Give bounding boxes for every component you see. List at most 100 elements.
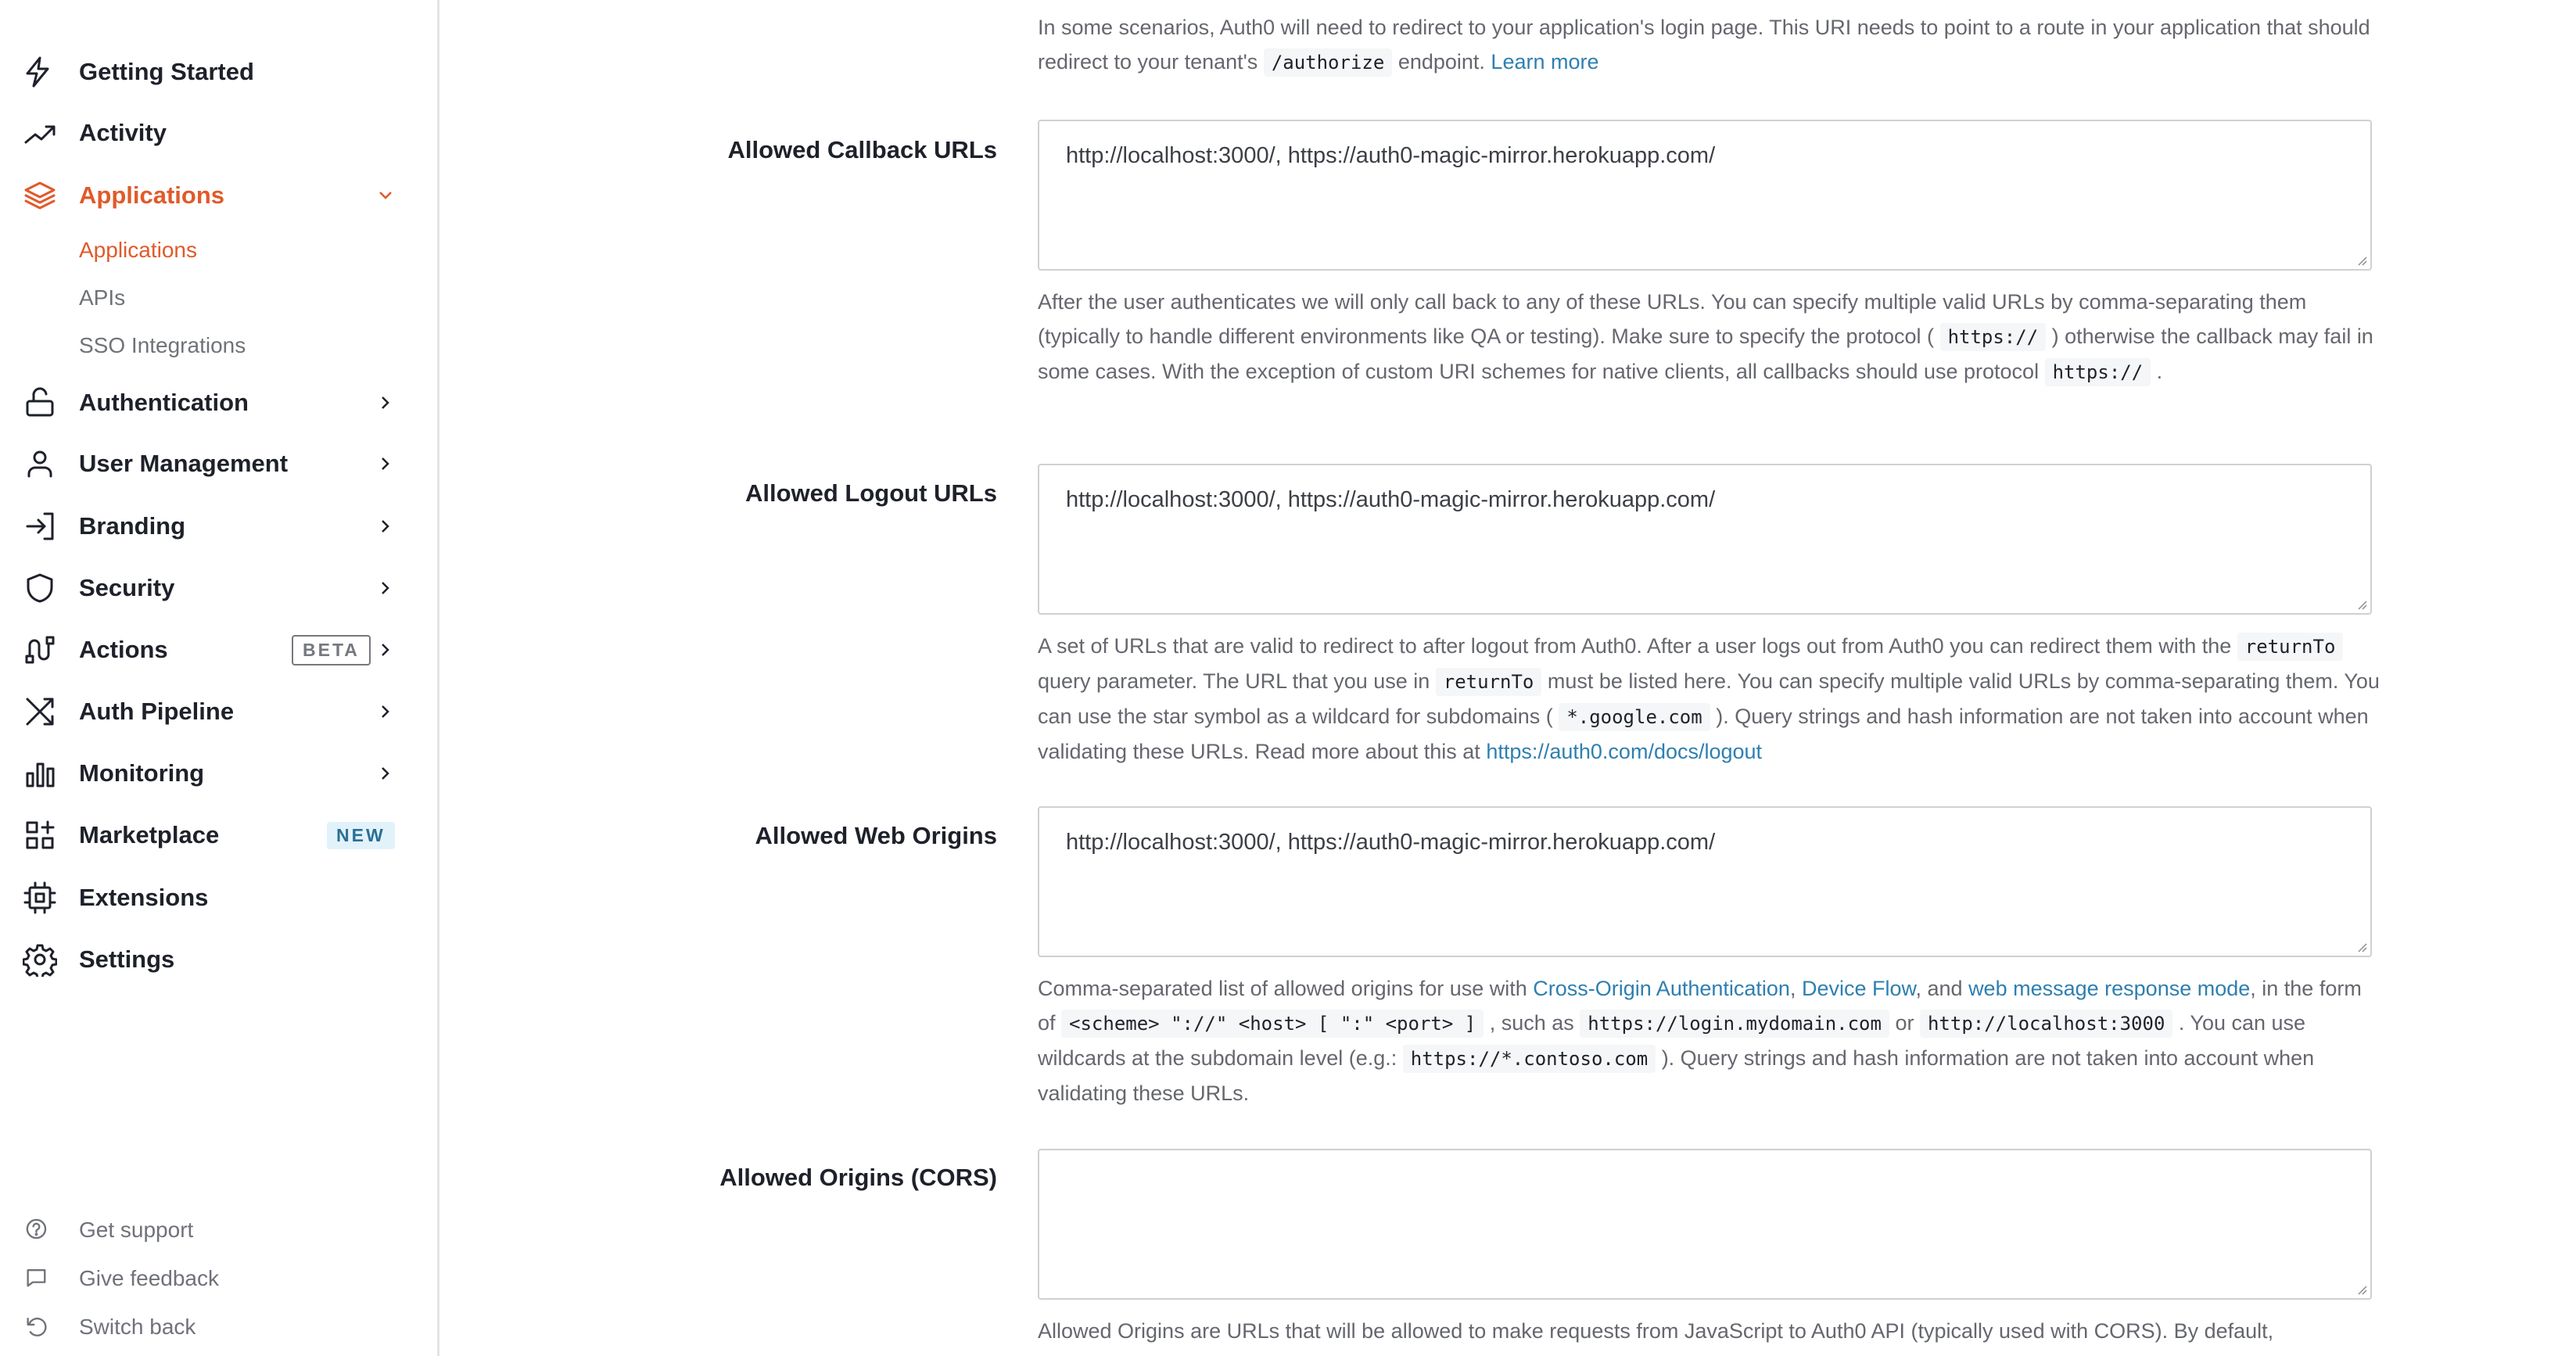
chevron-right-icon[interactable] [374, 452, 397, 475]
footer-get-support[interactable]: Get support [0, 1211, 422, 1250]
sidebar-item-label: Actions [79, 636, 168, 663]
undo-icon [27, 1317, 47, 1336]
textarea-value[interactable]: http://localhost:3000/, https://auth0-ma… [1066, 487, 1715, 513]
chevron-right-icon[interactable] [374, 762, 397, 785]
textarea-value[interactable]: http://localhost:3000/, https://auth0-ma… [1066, 143, 1715, 169]
link[interactable]: Cross-Origin Authentication [1533, 977, 1790, 1000]
resize-handle-icon[interactable] [2356, 255, 2367, 266]
message-icon-wrap [22, 1263, 53, 1294]
chip-icon-wrap [22, 880, 58, 916]
text: or [1889, 1011, 1920, 1035]
text: , such as [1484, 1011, 1580, 1035]
sidebar-item-authentication[interactable]: Authentication [0, 379, 422, 426]
field-description: A set of URLs that are valid to redirect… [1038, 629, 2383, 769]
text: Comma-separated list of allowed origins … [1038, 977, 1534, 1000]
chevron-right-icon[interactable] [374, 391, 397, 414]
allowed-callback-urls-textarea[interactable]: http://localhost:3000/, https://auth0-ma… [1038, 120, 2372, 271]
sidebar-item-label: Settings [79, 945, 175, 973]
sidebar-item-applications[interactable]: Applications [0, 172, 422, 219]
sidebar-item-label: Marketplace [79, 821, 220, 848]
sidebar-item-auth-pipeline[interactable]: Auth Pipeline [0, 688, 422, 735]
inline-code: returnTo [2237, 633, 2344, 661]
sidebar-item-activity[interactable]: Activity [0, 109, 422, 156]
link[interactable]: Device Flow [1802, 977, 1916, 1000]
resize-handle-icon[interactable] [2356, 942, 2367, 952]
sidebar-item-marketplace[interactable]: Marketplace NEW [0, 812, 422, 859]
inline-code: http://localhost:3000 [1919, 1010, 2173, 1038]
sidebar-item-branding[interactable]: Branding [0, 503, 422, 550]
footer-give-feedback[interactable]: Give feedback [0, 1259, 422, 1298]
link[interactable]: https://auth0.com/docs/logout [1486, 740, 1762, 763]
textarea-value[interactable]: http://localhost:3000/, https://auth0-ma… [1066, 830, 1715, 856]
chevron-right-icon[interactable] [374, 638, 397, 662]
shield-icon-wrap [22, 570, 58, 606]
sidebar-item-label: Authentication [79, 389, 249, 416]
sidebar-item-extensions[interactable]: Extensions [0, 874, 422, 921]
sidebar-item-user-management[interactable]: User Management [0, 440, 422, 487]
gear-icon-wrap [22, 942, 58, 978]
sidebar-item-security[interactable]: Security [0, 565, 422, 612]
bar-chart-icon-wrap [22, 755, 58, 791]
inline-code: https:// [1939, 323, 2047, 351]
sidebar-item-label: Getting Started [79, 58, 254, 85]
login-arrow-icon [26, 512, 54, 540]
link[interactable]: Learn more [1491, 50, 1598, 74]
sidebar-item-actions[interactable]: Actions BETA [0, 626, 422, 673]
lock-icon [26, 387, 54, 417]
new-badge: NEW [327, 821, 395, 849]
allowed-logout-urls-textarea[interactable]: http://localhost:3000/, https://auth0-ma… [1038, 464, 2372, 615]
footer-switch-back[interactable]: Switch back [0, 1308, 422, 1347]
gear-icon [23, 944, 57, 977]
inline-code: <scheme> "://" <host> [ ":" <port> ] [1061, 1010, 1484, 1038]
intro-description: In some scenarios, Auth0 will need to re… [1038, 10, 2383, 80]
sidebar-item-label: User Management [79, 450, 289, 477]
chevron-right-icon[interactable] [374, 515, 397, 538]
sidebar-subitem-apis[interactable]: APIs [79, 285, 125, 310]
layers-icon [24, 181, 56, 210]
allowed-web-origins-textarea[interactable]: http://localhost:3000/, https://auth0-ma… [1038, 806, 2372, 957]
footer-label: Switch back [79, 1315, 196, 1339]
help-circle-icon [26, 1218, 47, 1239]
text: , and [1915, 977, 1969, 1000]
inline-code: /authorize [1263, 48, 1393, 77]
sidebar: Getting Started Activity Applications Authe… [0, 0, 439, 1356]
inline-code: https:// [2044, 358, 2151, 386]
lightning-icon [26, 56, 49, 88]
lock-icon-wrap [22, 385, 58, 421]
chevron-down-icon[interactable] [374, 184, 397, 207]
lightning-icon-wrap [22, 54, 58, 90]
chevron-right-icon[interactable] [374, 700, 397, 723]
sidebar-item-label: Applications [79, 181, 225, 209]
footer-label: Give feedback [79, 1266, 219, 1290]
link[interactable]: web message response mode [1968, 977, 2250, 1000]
actions-flow-icon-wrap [22, 632, 58, 668]
bar-chart-icon [26, 762, 55, 787]
field-label: Allowed Callback URLs [727, 136, 997, 163]
login-arrow-icon-wrap [22, 508, 58, 544]
actions-flow-icon [25, 636, 55, 664]
allowed-origins-cors-textarea[interactable] [1038, 1149, 2372, 1300]
shuffle-icon-wrap [22, 694, 58, 730]
sidebar-item-label: Extensions [79, 884, 209, 911]
text: In some scenarios, Auth0 will need to re… [1038, 16, 2370, 74]
text: , [1789, 977, 1802, 1000]
field-description: Allowed Origins are URLs that will be al… [1038, 1314, 2383, 1348]
shuffle-icon [26, 698, 54, 726]
resize-handle-icon[interactable] [2356, 599, 2367, 610]
sidebar-item-label: Security [79, 574, 175, 601]
sidebar-item-getting-started[interactable]: Getting Started [0, 48, 422, 95]
sidebar-item-settings[interactable]: Settings [0, 936, 422, 983]
sidebar-subitem-applications[interactable]: Applications [79, 238, 197, 263]
user-icon-wrap [22, 446, 58, 482]
layers-icon-wrap [22, 178, 58, 213]
field-description: After the user authenticates we will onl… [1038, 285, 2383, 389]
user-icon [27, 450, 52, 478]
sidebar-subitem-sso-integrations[interactable]: SSO Integrations [79, 333, 246, 358]
grid-plus-icon-wrap [22, 817, 58, 853]
sidebar-item-label: Branding [79, 512, 186, 540]
resize-handle-icon[interactable] [2356, 1284, 2367, 1295]
text: A set of URLs that are valid to redirect… [1038, 634, 2237, 658]
chevron-right-icon[interactable] [374, 576, 397, 600]
sidebar-item-monitoring[interactable]: Monitoring [0, 750, 422, 797]
sidebar-item-label: Activity [79, 119, 167, 146]
